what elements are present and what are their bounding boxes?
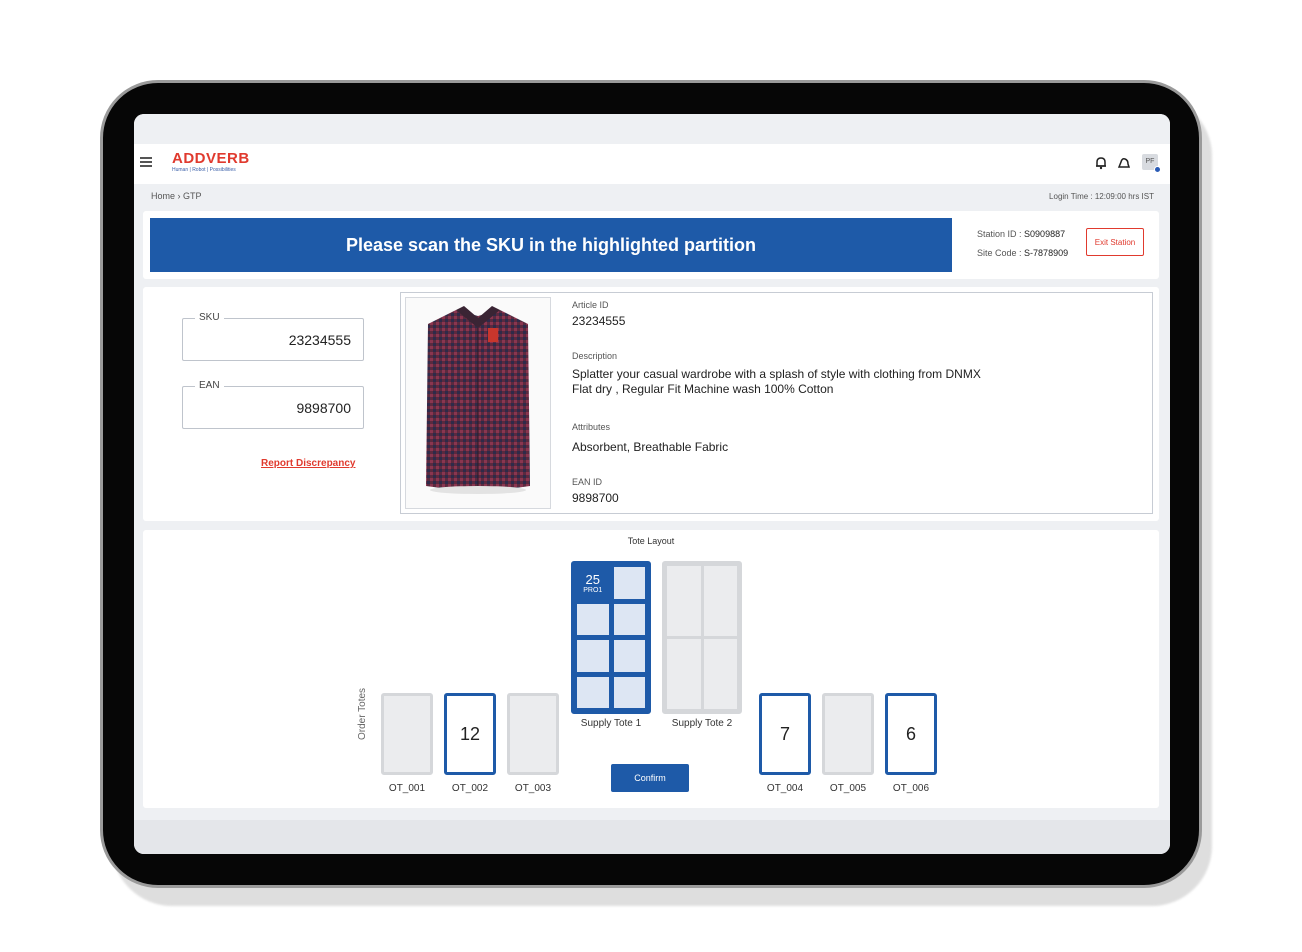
supply-tote-1-label: Supply Tote 1 [580, 718, 642, 729]
logo-tagline: Human | Robot | Possibilities [172, 167, 236, 173]
partition[interactable] [612, 566, 646, 600]
order-tote-ot-001[interactable] [381, 693, 433, 775]
tote-layout-title: Tote Layout [627, 536, 675, 546]
ean-label: EAN [195, 380, 224, 391]
highlighted-partition[interactable]: 25 PRO1 [576, 566, 610, 600]
order-tote-ot-003[interactable] [507, 693, 559, 775]
attributes-label: Attributes [572, 422, 611, 432]
sku-field[interactable]: SKU 23234555 [182, 312, 364, 361]
ean-id-label: EAN ID [572, 477, 603, 487]
order-tote-ot-002[interactable]: 12 [444, 693, 496, 775]
confirm-button[interactable]: Confirm [611, 764, 689, 792]
site-code-label: Site Code : [977, 248, 1022, 258]
order-tote-label: OT_006 [892, 783, 930, 794]
notification-icon[interactable] [1117, 156, 1131, 170]
order-tote-label: OT_001 [388, 783, 426, 794]
partition[interactable] [612, 639, 646, 673]
avatar-status-dot [1154, 166, 1161, 173]
instruction-card: Please scan the SKU in the highlighted p… [143, 211, 1159, 279]
logo: ADDVERB Human | Robot | Possibilities [172, 150, 250, 173]
article-detail-box: Article ID 23234555 Description Splatter… [400, 292, 1153, 514]
bell-icon[interactable] [1094, 156, 1108, 170]
order-tote-label: OT_005 [829, 783, 867, 794]
description-line-2: Flat dry , Regular Fit Machine wash 100%… [572, 382, 834, 396]
order-totes-label: Order Totes [357, 687, 368, 740]
product-image [405, 297, 551, 509]
ean-value: 9898700 [296, 400, 351, 416]
exit-station-button[interactable]: Exit Station [1086, 228, 1144, 256]
top-bar: ADDVERB Human | Robot | Possibilities PF [134, 144, 1170, 184]
order-tote-ot-004[interactable]: 7 [759, 693, 811, 775]
station-id-label: Station ID : [977, 229, 1022, 239]
partition[interactable] [612, 675, 646, 709]
partition-code: PRO1 [583, 586, 603, 594]
product-card: SKU 23234555 EAN 9898700 Report Discrepa… [143, 287, 1159, 521]
attributes-value: Absorbent, Breathable Fabric [572, 440, 729, 454]
app-screen: ADDVERB Human | Robot | Possibilities PF… [134, 114, 1170, 854]
partition[interactable] [703, 566, 737, 636]
shirt-image [426, 306, 530, 494]
order-tote-ot-005[interactable] [822, 693, 874, 775]
avatar[interactable]: PF [1142, 154, 1161, 173]
order-tote-label: OT_003 [514, 783, 552, 794]
partition-count: 25 [585, 571, 600, 587]
partition[interactable] [576, 675, 610, 709]
avatar-initials: PF [1145, 158, 1155, 165]
partition[interactable] [576, 639, 610, 673]
order-tote-label: OT_004 [766, 783, 804, 794]
site-code-value: S-7878909 [1024, 248, 1069, 258]
breadcrumb[interactable]: Home › GTP [151, 191, 202, 201]
status-strip [134, 114, 1170, 144]
article-id-value: 23234555 [572, 314, 626, 328]
ean-field[interactable]: EAN 9898700 [182, 380, 364, 429]
bottom-strip [134, 820, 1170, 854]
partition[interactable] [703, 639, 737, 709]
station-info: Station ID : S0909887 Site Code : S-7878… [977, 225, 1068, 263]
supply-tote-1[interactable]: 25 PRO1 [571, 561, 651, 714]
supply-tote-2-label: Supply Tote 2 [671, 718, 733, 729]
order-tote-ot-006[interactable]: 6 [885, 693, 937, 775]
partition[interactable] [576, 602, 610, 636]
description-line-1: Splatter your casual wardrobe with a spl… [572, 367, 981, 381]
menu-icon[interactable] [140, 157, 152, 167]
sku-value: 23234555 [288, 332, 351, 348]
partition[interactable] [667, 566, 701, 636]
station-id-value: S0909887 [1024, 229, 1066, 239]
logo-text: ADDVERB [172, 150, 250, 167]
description-label: Description [572, 351, 618, 361]
partition[interactable] [667, 639, 701, 709]
article-id-label: Article ID [572, 300, 609, 310]
login-time: Login Time : 12:09:00 hrs IST [1049, 192, 1154, 201]
sku-label: SKU [195, 312, 224, 323]
ean-id-value: 9898700 [572, 491, 619, 505]
report-discrepancy-link[interactable]: Report Discrepancy [261, 458, 355, 469]
instruction-banner: Please scan the SKU in the highlighted p… [150, 218, 952, 272]
partition[interactable] [612, 602, 646, 636]
tote-layout-card: Tote Layout 25 PRO1 Supply Tote 1 Supply… [143, 530, 1159, 808]
supply-tote-2[interactable] [662, 561, 742, 714]
order-tote-label: OT_002 [451, 783, 489, 794]
